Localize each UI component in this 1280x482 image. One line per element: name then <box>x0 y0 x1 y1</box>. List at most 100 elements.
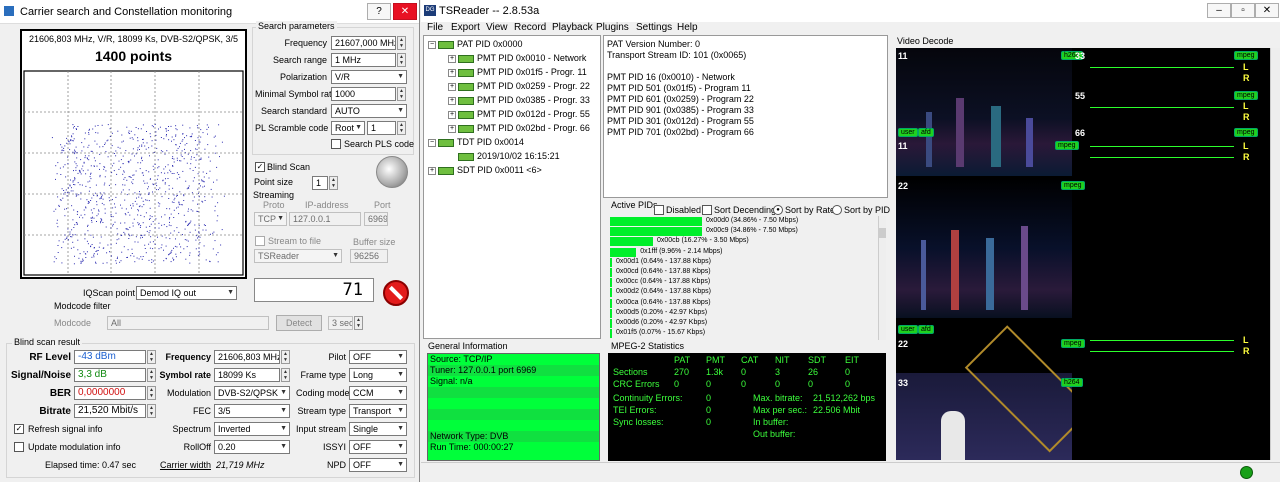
maximize-button[interactable]: ▫ <box>1231 3 1255 18</box>
tree-item[interactable]: PMT PID 0x0010 - Network <box>458 52 586 65</box>
frequency-field[interactable]: 21607,000 MHz <box>331 36 396 50</box>
menu-view[interactable]: View <box>486 22 508 33</box>
menu-playback[interactable]: Playback <box>552 22 593 33</box>
expand-icon[interactable]: + <box>448 97 456 105</box>
constellation-point <box>102 222 104 223</box>
expand-icon[interactable]: + <box>448 55 456 63</box>
satellite-icon[interactable] <box>376 156 408 188</box>
npd-select[interactable]: OFF ▼ <box>349 458 407 472</box>
input-stream-select[interactable]: Single ▼ <box>349 422 407 436</box>
expand-icon[interactable]: + <box>448 83 456 91</box>
minimize-button[interactable]: – <box>1207 3 1231 18</box>
blind-scan-checkbox[interactable]: ✓ <box>255 162 265 172</box>
tree-item[interactable]: TDT PID 0x0014 <box>438 136 524 149</box>
tree-item[interactable]: PMT PID 0x01f5 - Progr. 11 <box>458 66 587 79</box>
menu-help[interactable]: Help <box>677 22 698 33</box>
constellation-point <box>170 251 172 253</box>
stop-icon[interactable] <box>383 280 409 306</box>
modulation-select[interactable]: DVB-S2/QPSK ▼ <box>214 386 290 400</box>
constellation-point <box>76 165 78 167</box>
refresh-signal-checkbox[interactable]: ✓ <box>14 424 24 434</box>
tree-item[interactable]: PMT PID 0x012d - Progr. 55 <box>458 108 590 121</box>
video-scrollbar[interactable] <box>1270 48 1280 460</box>
constellation-point <box>124 213 126 215</box>
polarization-select[interactable]: V/R ▼ <box>331 70 407 84</box>
constellation-point <box>88 159 90 161</box>
sort-desc-checkbox[interactable] <box>702 205 712 215</box>
right-titlebar: DG TSReader -- 2.8.53a – ▫ ✕ <box>421 0 1280 22</box>
help-button[interactable]: ? <box>367 3 391 20</box>
constellation-point <box>54 256 56 258</box>
point-size-field[interactable]: 1 <box>312 176 328 190</box>
constellation-point <box>94 192 96 194</box>
iq-scan-select[interactable]: Demod IQ out ▼ <box>136 286 237 300</box>
constellation-point <box>79 170 81 172</box>
constellation-point <box>148 232 150 234</box>
constellation-point <box>90 150 92 152</box>
close-button[interactable]: ✕ <box>393 3 417 20</box>
constellation-point <box>129 214 131 216</box>
coding-mode-select[interactable]: CCM ▼ <box>349 386 407 400</box>
ip-field[interactable]: 127.0.0.1 <box>289 212 361 226</box>
sort-rate-radio[interactable]: ● <box>773 205 783 215</box>
seconds-spin[interactable]: ▲ ▼ <box>354 316 363 330</box>
min-symbol-spin[interactable]: ▲ ▼ <box>397 87 406 101</box>
menu-settings[interactable]: Settings <box>636 22 672 33</box>
menu-plugins[interactable]: Plugins <box>596 22 629 33</box>
tree-item[interactable]: PMT PID 0x02bd - Progr. 66 <box>458 122 590 135</box>
pls-mode-select[interactable]: Root ▼ <box>331 121 365 135</box>
buffer-size-field[interactable]: 96256 <box>350 249 388 263</box>
detect-seconds-field[interactable]: 3 sec <box>328 316 353 330</box>
search-pls-checkbox[interactable] <box>331 139 341 149</box>
collapse-icon[interactable]: − <box>428 41 436 49</box>
expand-icon[interactable]: + <box>448 125 456 133</box>
frame-type-label: Frame type <box>300 370 346 380</box>
constellation-point <box>175 128 177 130</box>
tree-item[interactable]: PAT PID 0x0000 <box>438 38 523 51</box>
sort-pid-radio[interactable] <box>832 205 842 215</box>
frequency-spin[interactable]: ▲ ▼ <box>397 36 406 50</box>
pilot-select[interactable]: OFF ▼ <box>349 350 407 364</box>
constellation-point <box>142 172 144 174</box>
detect-button[interactable]: Detect <box>276 315 322 331</box>
pls-value-field[interactable]: 1 <box>367 121 396 135</box>
pids-scrollbar[interactable] <box>878 216 886 340</box>
constellation-point <box>90 209 92 211</box>
min-symbol-field[interactable]: 1000 <box>331 87 396 101</box>
search-range-spin[interactable]: ▲ ▼ <box>397 53 406 67</box>
port-field[interactable]: 6969 <box>364 212 388 226</box>
menu-record[interactable]: Record <box>514 22 546 33</box>
close-tsreader-button[interactable]: ✕ <box>1255 3 1279 18</box>
disabled-checkbox[interactable] <box>654 205 664 215</box>
stream-type-select[interactable]: Transport ▼ <box>349 404 407 418</box>
constellation-point <box>138 196 140 198</box>
search-standard-select[interactable]: AUTO ▼ <box>331 104 407 118</box>
pls-spin[interactable]: ▲ ▼ <box>397 121 406 135</box>
menu-file[interactable]: File <box>427 22 443 33</box>
expand-icon[interactable]: + <box>448 111 456 119</box>
issyi-select[interactable]: OFF ▼ <box>349 440 407 454</box>
spectrum-select[interactable]: Inverted ▼ <box>214 422 290 436</box>
tree-item[interactable]: SDT PID 0x0011 <6> <box>438 164 542 177</box>
collapse-icon[interactable]: − <box>428 139 436 147</box>
tree-item[interactable]: 2019/10/02 16:15:21 <box>458 150 560 163</box>
rolloff-select[interactable]: 0.20 ▼ <box>214 440 290 454</box>
fec-select[interactable]: 3/5 ▼ <box>214 404 290 418</box>
proto-select[interactable]: TCP ▼ <box>254 212 287 226</box>
stream-to-file-checkbox[interactable] <box>255 236 265 246</box>
reader-select[interactable]: TSReader ▼ <box>254 249 342 263</box>
menu-export[interactable]: Export <box>451 22 480 33</box>
modcode-field[interactable]: All <box>107 316 269 330</box>
search-range-field[interactable]: 1 MHz <box>331 53 396 67</box>
tree-item[interactable]: PMT PID 0x0259 - Progr. 22 <box>458 80 590 93</box>
expand-icon[interactable]: + <box>428 167 436 175</box>
constellation-point <box>74 184 76 186</box>
ber-value: 0,0000000 <box>74 386 146 400</box>
point-size-spin[interactable]: ▲ ▼ <box>329 176 338 190</box>
tree-item[interactable]: PMT PID 0x0385 - Progr. 33 <box>458 94 590 107</box>
frame-type-select[interactable]: Long ▼ <box>349 368 407 382</box>
expand-icon[interactable]: + <box>448 69 456 77</box>
update-modulation-checkbox[interactable] <box>14 442 24 452</box>
tree-label: PMT PID 0x01f5 - Progr. 11 <box>477 67 587 77</box>
scroll-thumb[interactable] <box>879 228 886 238</box>
